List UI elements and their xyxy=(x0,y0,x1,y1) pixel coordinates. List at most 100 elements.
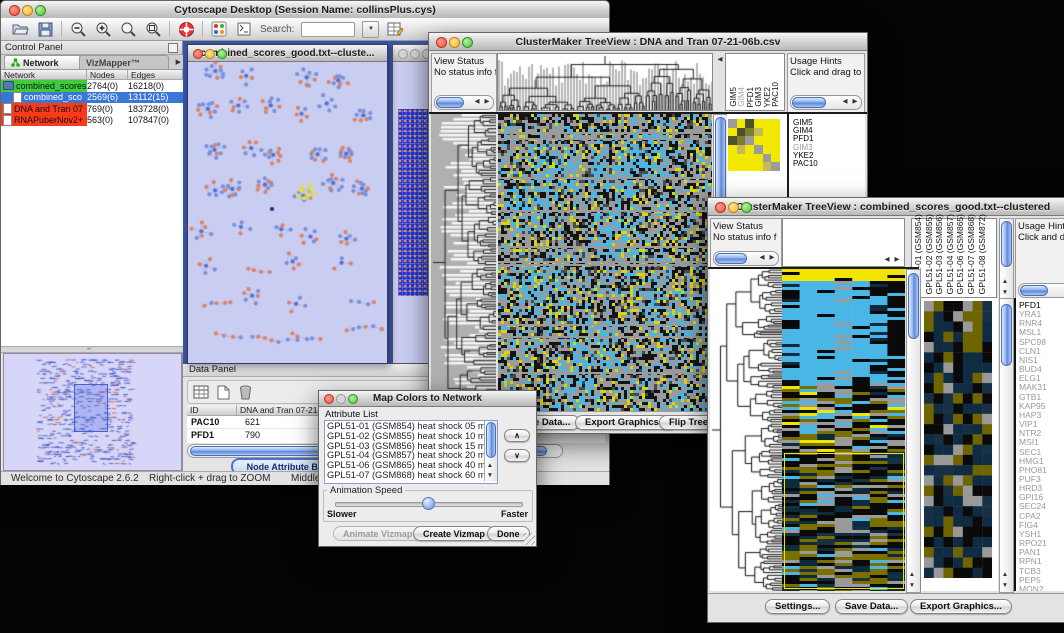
heatmap-selection-rect[interactable] xyxy=(784,453,904,589)
scrollbar-thumb[interactable] xyxy=(792,97,826,108)
birdseye-view[interactable] xyxy=(3,353,182,471)
minimize-icon[interactable] xyxy=(205,49,215,59)
matrix-cell[interactable] xyxy=(737,145,746,154)
matrix-cell[interactable] xyxy=(763,128,772,137)
minimize-icon[interactable] xyxy=(22,5,33,16)
zoom-out-icon[interactable] xyxy=(69,20,87,38)
matrix-cell[interactable] xyxy=(771,128,780,137)
dense-network-block[interactable] xyxy=(398,109,428,296)
tab-overflow-icon[interactable]: ▶ xyxy=(176,58,181,66)
slider-thumb[interactable] xyxy=(422,497,435,510)
minimize-icon[interactable] xyxy=(728,202,739,213)
console-icon[interactable] xyxy=(235,20,253,38)
close-icon[interactable] xyxy=(193,49,203,59)
scroll-left-icon[interactable]: ◀ xyxy=(757,252,767,263)
attribute-item[interactable]: GPL51-04 (GSM857) heat shock 20 min xyxy=(327,451,495,461)
tab-vizmapper[interactable]: VizMapper™ xyxy=(79,55,169,69)
scroll-down-icon[interactable]: ▼ xyxy=(1000,287,1010,298)
matrix-cell[interactable] xyxy=(763,162,772,171)
zoom-window-icon[interactable] xyxy=(217,49,227,59)
zoom-in-icon[interactable] xyxy=(94,20,112,38)
matrix-cell[interactable] xyxy=(728,136,737,145)
matrix-cell[interactable] xyxy=(771,145,780,154)
scroll-right-icon[interactable]: ▶ xyxy=(482,96,492,107)
matrix-cell[interactable] xyxy=(745,119,754,128)
scroll-right-icon[interactable]: ▶ xyxy=(892,254,902,265)
zoom-window-icon[interactable] xyxy=(741,202,752,213)
matrix-cell[interactable] xyxy=(745,154,754,163)
main-title-bar[interactable]: Cytoscape Desktop (Session Name: collins… xyxy=(1,1,609,19)
treeview1-array-dendrogram[interactable] xyxy=(497,53,713,111)
network-row[interactable]: RNAPuberNov2+563(0)107847(0) xyxy=(1,115,183,127)
matrix-cell[interactable] xyxy=(737,154,746,163)
network-row[interactable]: combined_sco2569(6)13112(15) xyxy=(1,92,183,104)
close-icon[interactable] xyxy=(398,49,408,59)
treeview2-gene-dendrogram[interactable] xyxy=(710,269,782,591)
scroll-right-icon[interactable]: ▶ xyxy=(767,252,777,263)
matrix-cell[interactable] xyxy=(754,162,763,171)
matrix-cell[interactable] xyxy=(728,145,737,154)
matrix-cell[interactable] xyxy=(728,162,737,171)
matrix-cell[interactable] xyxy=(737,119,746,128)
matrix-cell[interactable] xyxy=(745,128,754,137)
matrix-cell[interactable] xyxy=(728,119,737,128)
search-input[interactable] xyxy=(301,22,355,37)
move-down-button[interactable]: ∨ xyxy=(504,449,530,462)
treeview2-title-bar[interactable]: ClusterMaker TreeView : combined_scores_… xyxy=(708,198,1064,216)
scroll-up-icon[interactable]: ▲ xyxy=(907,569,917,580)
treeview2-array-dendrogram[interactable]: ◀ ▶ xyxy=(782,218,905,267)
zoom-window-icon[interactable] xyxy=(348,394,358,404)
minimize-icon[interactable] xyxy=(410,49,420,59)
search-dropdown-icon[interactable]: ▼ xyxy=(362,21,379,38)
attribute-item[interactable]: GPL51-07 (GSM868) heat shock 60 min xyxy=(327,471,495,481)
save-data-button[interactable]: Save Data... xyxy=(835,599,908,614)
matrix-cell[interactable] xyxy=(728,128,737,137)
column-header[interactable]: Nodes xyxy=(87,70,128,80)
treeview2-labels-vscrollbar[interactable]: ▲ ▼ xyxy=(999,218,1014,300)
move-up-button[interactable]: ∧ xyxy=(504,429,530,442)
create-vizmap-button[interactable]: Create Vizmap xyxy=(413,526,495,541)
attribute-listbox[interactable]: GPL51-01 (GSM854) heat shock 05 minGPL51… xyxy=(324,420,498,484)
attribute-item[interactable]: GPL51-06 (GSM865) heat shock 40 min xyxy=(327,461,495,471)
matrix-cell[interactable] xyxy=(771,136,780,145)
treeview1-zoom-heat-matrix[interactable] xyxy=(728,119,780,171)
treeview2-heatmap[interactable] xyxy=(782,269,905,591)
matrix-cell[interactable] xyxy=(754,154,763,163)
network-row[interactable]: combined_scores2764(0)16218(0) xyxy=(1,80,183,92)
export-graphics-button[interactable]: Export Graphics... xyxy=(910,599,1012,614)
matrix-cell[interactable] xyxy=(763,136,772,145)
scroll-right-icon[interactable]: ▶ xyxy=(850,96,860,107)
close-icon[interactable] xyxy=(9,5,20,16)
scrollbar-thumb[interactable] xyxy=(436,97,464,108)
new-document-icon[interactable] xyxy=(214,383,232,401)
birdseye-viewport-rect[interactable] xyxy=(74,384,108,432)
matrix-cell[interactable] xyxy=(771,119,780,128)
scroll-left-icon[interactable]: ◀ xyxy=(715,54,725,65)
float-panel-icon[interactable] xyxy=(168,43,178,53)
scroll-left-icon[interactable]: ◀ xyxy=(882,254,892,265)
resize-grip[interactable] xyxy=(523,533,535,545)
help-lifering-icon[interactable] xyxy=(177,20,195,38)
scroll-up-icon[interactable]: ▲ xyxy=(1000,276,1010,287)
matrix-cell[interactable] xyxy=(737,136,746,145)
scrollbar-thumb[interactable] xyxy=(486,422,496,458)
dialog-title-bar[interactable]: Map Colors to Network xyxy=(319,391,536,407)
treeview2-vscrollbar[interactable]: ▲ ▼ xyxy=(906,269,921,593)
column-header[interactable]: Edges xyxy=(128,70,183,80)
matrix-cell[interactable] xyxy=(745,136,754,145)
trash-icon[interactable] xyxy=(236,383,254,401)
network-view-title-bar[interactable]: combined_scores_good.txt--cluste... xyxy=(188,45,387,62)
attribute-list-vscrollbar[interactable]: ▲ ▼ xyxy=(484,421,497,481)
save-icon[interactable] xyxy=(36,20,54,38)
close-icon[interactable] xyxy=(715,202,726,213)
matrix-cell[interactable] xyxy=(754,119,763,128)
close-icon[interactable] xyxy=(436,37,447,48)
usage-hints-hscrollbar[interactable] xyxy=(1018,283,1064,298)
minimize-icon[interactable] xyxy=(449,37,460,48)
matrix-cell[interactable] xyxy=(763,145,772,154)
treeview1-title-bar[interactable]: ClusterMaker TreeView : DNA and Tran 07-… xyxy=(429,33,867,51)
scrollbar-thumb[interactable] xyxy=(1020,285,1048,296)
attribute-item[interactable]: GPL51-03 (GSM856) heat shock 15 min xyxy=(327,442,495,452)
settings-button[interactable]: Settings... xyxy=(765,599,830,614)
scroll-down-icon[interactable]: ▼ xyxy=(485,470,495,481)
